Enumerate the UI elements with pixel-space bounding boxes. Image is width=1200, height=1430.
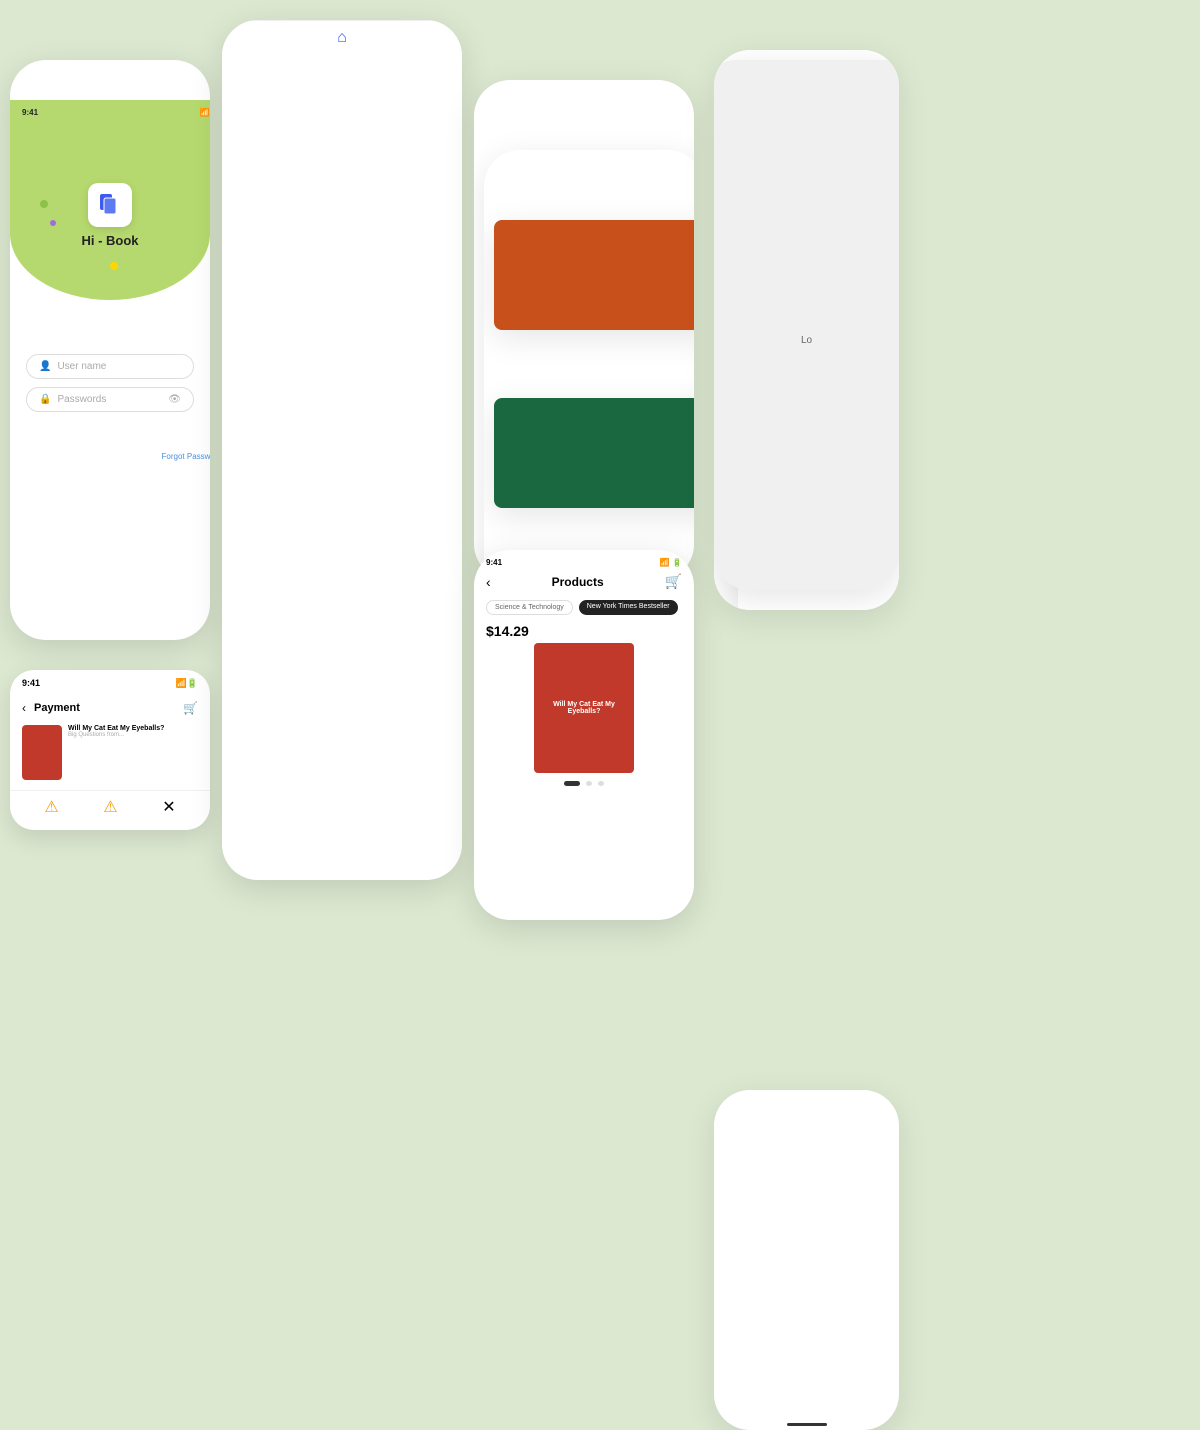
- payment-phone: 9:41 📶🔋 ‹ Payment 🛒 Will My Cat Eat My E…: [10, 670, 210, 830]
- status-icons: 📶 🔋: [200, 108, 210, 640]
- payment-title: Payment: [34, 702, 80, 714]
- dot-active: [564, 781, 580, 786]
- products-title: Products: [491, 575, 665, 589]
- search-home-indicator: [787, 1423, 827, 1426]
- dot-2: [598, 781, 604, 786]
- small-status-time: 9:41: [22, 678, 40, 689]
- login-phone: 9:41 📶 🔋 Hi - Book 👤: [10, 60, 210, 640]
- books-grid-panel: Educated ⌂ 🔍 ♡ 👤: [474, 80, 694, 580]
- payment-book-cover: [22, 725, 62, 780]
- main-bottom-nav: ⌂ 🔍 ♡ 👤: [222, 20, 462, 880]
- close-icon[interactable]: ✕: [162, 797, 175, 817]
- products-price: $14.29: [474, 619, 694, 643]
- products-book-title: Will My Cat Eat My Eyeballs?: [534, 697, 634, 719]
- products-tags: Science & Technology New York Times Best…: [474, 596, 694, 619]
- nav-home[interactable]: ⌂: [222, 29, 462, 864]
- products-header: ‹ Products 🛒: [474, 569, 694, 596]
- back-icon[interactable]: ‹: [22, 701, 26, 715]
- products-time: 9:41: [486, 558, 502, 567]
- bestseller-badge: New York Times Bestseller: [579, 600, 678, 615]
- status-bar: 9:41 📶 🔋: [22, 108, 210, 640]
- time: 9:41: [22, 108, 38, 640]
- products-status-icons: 📶 🔋: [660, 558, 682, 567]
- products-cart[interactable]: 🛒: [665, 573, 682, 590]
- info-icon: ⚠: [103, 797, 117, 817]
- books-grid: Educated: [484, 150, 694, 580]
- category-tag: Science & Technology: [486, 600, 573, 615]
- main-phone: 9:41 📶 🔋 Welcome, Andy 📍 18 Wall St 🛒 Ca…: [222, 20, 462, 880]
- search-bottom-nav: ⌂ 🔍: [714, 1090, 899, 1430]
- products-phone: 9:41 📶 🔋 ‹ Products 🛒 Science & Technolo…: [474, 550, 694, 920]
- products-cover-container: Will My Cat Eat My Eyeballs?: [474, 643, 694, 773]
- small-status-icons: 📶🔋: [176, 678, 198, 689]
- grid-book-mockingbird[interactable]: [494, 220, 694, 330]
- products-dots: [474, 781, 694, 786]
- logout-area: Lo: [714, 50, 899, 590]
- warning-icon: ⚠: [44, 797, 58, 817]
- search-panel: 9:41 📶 🔋 🔍 Search Recently Why We Sleep:…: [714, 1090, 899, 1430]
- profile-panel: ‹ … Tung Tran Reader 23 purchased books …: [714, 50, 899, 610]
- logout-button[interactable]: Lo: [714, 60, 899, 590]
- dot-1: [586, 781, 592, 786]
- products-book-cover: Will My Cat Eat My Eyeballs?: [534, 643, 634, 773]
- grid-book-evvie[interactable]: [494, 398, 694, 508]
- cart-icon[interactable]: 🛒: [183, 701, 198, 715]
- products-status-bar: 9:41 📶 🔋: [474, 550, 694, 569]
- home-icon[interactable]: ⌂: [222, 29, 462, 880]
- payment-book-info: Will My Cat Eat My Eyeballs? Big Questio…: [68, 725, 198, 780]
